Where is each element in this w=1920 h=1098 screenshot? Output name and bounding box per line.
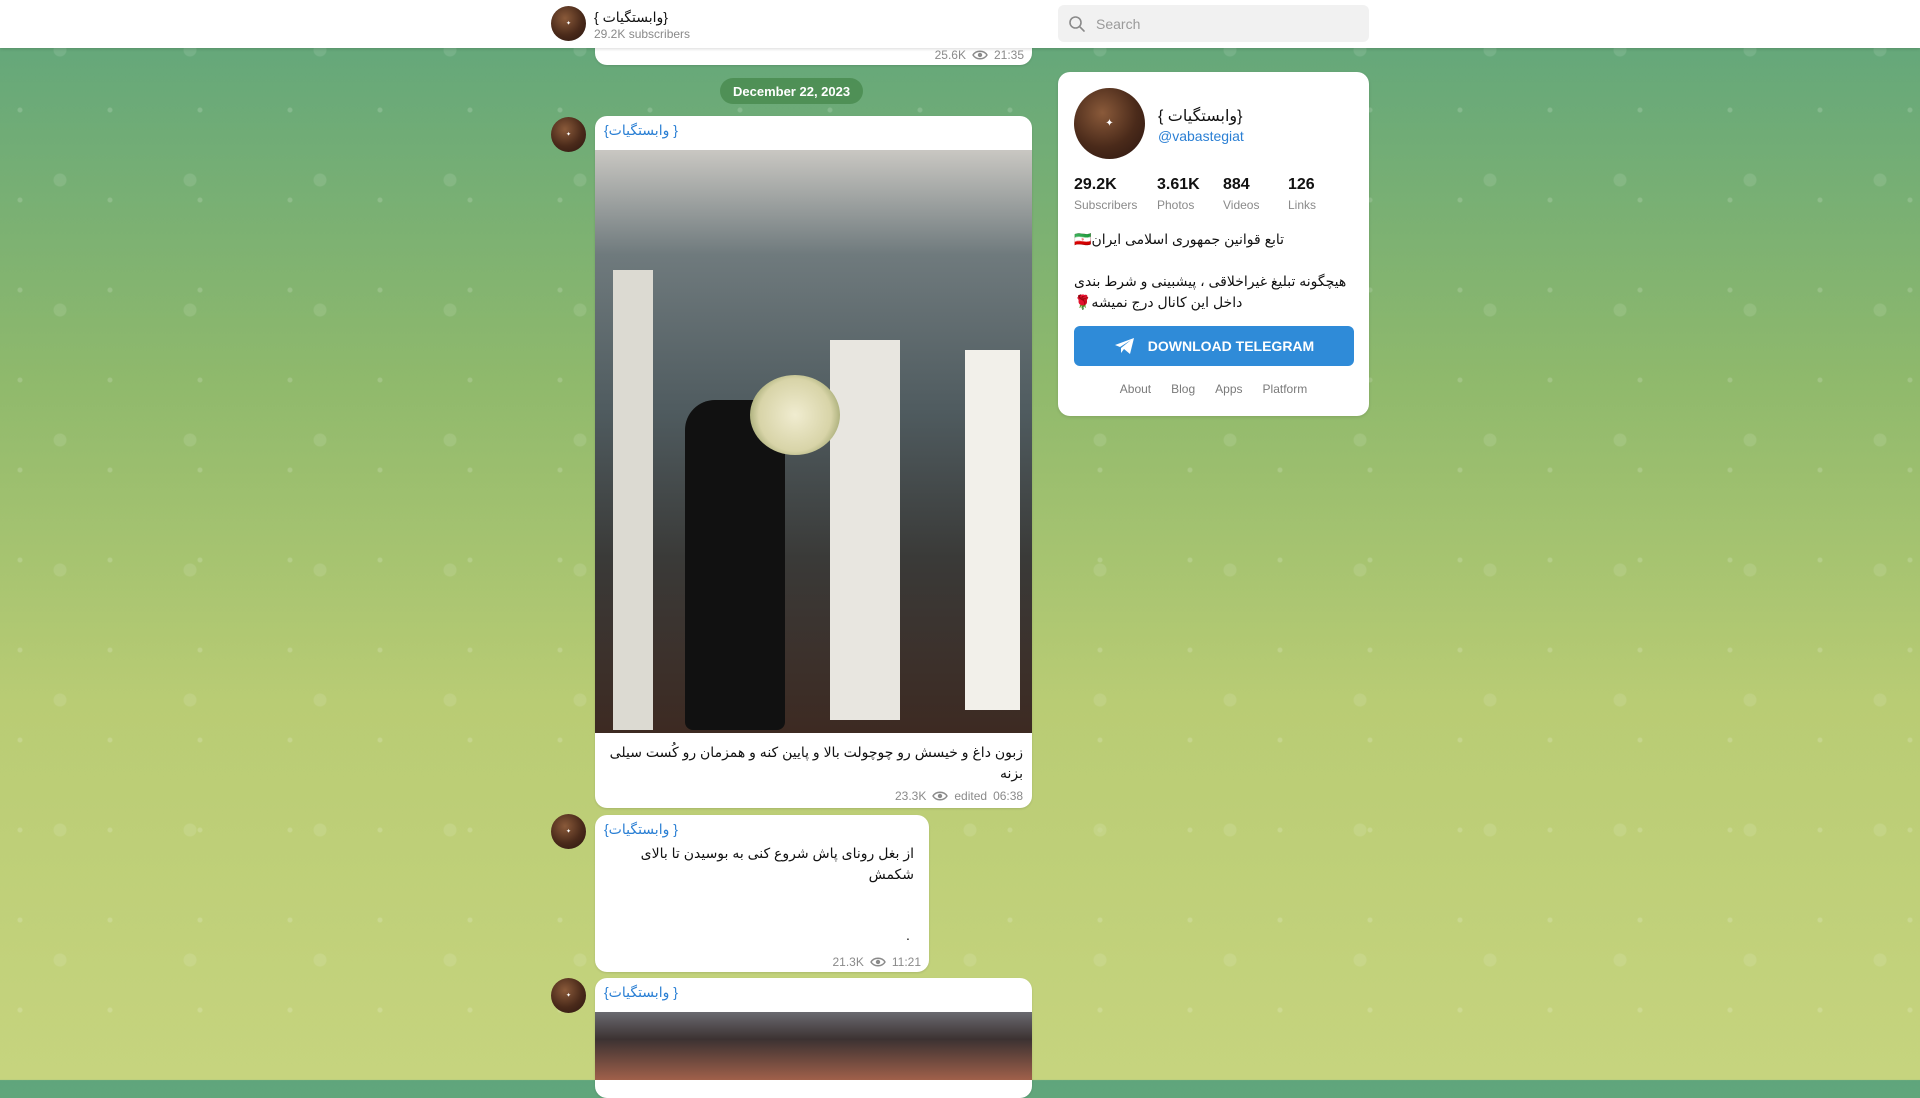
message-time: 06:38 bbox=[993, 789, 1024, 803]
avatar-logo: ✦ bbox=[565, 993, 572, 999]
stat-label: Subscribers bbox=[1074, 198, 1138, 212]
description-line: هیچگونه تبلیغ غیراخلاقی ، پیشبینی و شرط … bbox=[1074, 273, 1347, 310]
top-bar: ✦ { وابستگیات} 29.2K subscribers bbox=[0, 0, 1920, 48]
description-line: 🇮🇷تابع قوانین جمهوری اسلامی ایران bbox=[1074, 231, 1285, 247]
avatar-logo: ✦ bbox=[565, 132, 572, 138]
eye-icon bbox=[870, 957, 886, 967]
view-count: 23.3K bbox=[895, 789, 927, 803]
message-author[interactable]: { وابستگیات} bbox=[604, 122, 678, 139]
message-text-trailing: . bbox=[906, 927, 910, 943]
stat-subscribers: 29.2K Subscribers bbox=[1074, 176, 1157, 212]
channel-avatar[interactable]: ✦ bbox=[551, 978, 586, 1013]
footer-links: About Blog Apps Platform bbox=[1058, 382, 1369, 396]
avatar-logo: ✦ bbox=[1105, 118, 1114, 129]
post-photo[interactable] bbox=[595, 1012, 1032, 1080]
message-meta: 23.3K edited 06:38 bbox=[895, 789, 1023, 803]
channel-avatar[interactable]: ✦ bbox=[551, 814, 586, 849]
channel-avatar[interactable]: ✦ bbox=[551, 117, 586, 152]
photo-door-center bbox=[830, 340, 900, 720]
channel-info-card: ✦ { وابستگیات} @vabastegiat 29.2K Subscr… bbox=[1058, 72, 1369, 416]
message-meta: 25.6K 21:35 bbox=[935, 48, 1024, 62]
telegram-plane-icon bbox=[1114, 338, 1134, 354]
message-time: 21:35 bbox=[993, 48, 1024, 62]
footer-link-about[interactable]: About bbox=[1120, 382, 1151, 396]
message-time: 11:21 bbox=[891, 955, 921, 969]
message-author[interactable]: { وابستگیات} bbox=[604, 984, 678, 1001]
channel-stats: 29.2K Subscribers 3.61K Photos 884 Video… bbox=[1074, 176, 1348, 212]
message-text: زبون داغ و خیسش رو چوچولت بالا و پایین ک… bbox=[609, 744, 1023, 781]
stat-value: 29.2K bbox=[1074, 176, 1117, 193]
photo-door-right bbox=[965, 350, 1020, 710]
channel-username[interactable]: @vabastegiat bbox=[1158, 128, 1244, 144]
date-separator: December 22, 2023 bbox=[720, 78, 864, 104]
footer-link-blog[interactable]: Blog bbox=[1171, 382, 1195, 396]
stat-label: Links bbox=[1288, 198, 1317, 212]
search-input[interactable] bbox=[1094, 14, 1358, 33]
footer-link-platform[interactable]: Platform bbox=[1263, 382, 1308, 396]
download-telegram-label: DOWNLOAD TELEGRAM bbox=[1147, 338, 1315, 354]
photo-door-left bbox=[613, 270, 653, 730]
photo-flowers bbox=[750, 375, 840, 455]
header-channel-avatar[interactable]: ✦ bbox=[551, 6, 586, 41]
stat-videos[interactable]: 884 Videos bbox=[1223, 176, 1288, 212]
header-channel-title[interactable]: { وابستگیات} bbox=[594, 9, 668, 26]
message-author[interactable]: { وابستگیات} bbox=[604, 821, 678, 838]
search-icon bbox=[1069, 15, 1085, 32]
search-box[interactable] bbox=[1058, 5, 1369, 42]
eye-icon bbox=[932, 791, 949, 801]
stat-value: 3.61K bbox=[1157, 176, 1200, 193]
avatar-logo: ✦ bbox=[565, 21, 572, 27]
message-text: از بغل رونای پاش شروع کنی به بوسیدن تا ب… bbox=[640, 845, 914, 882]
channel-name: { وابستگیات} bbox=[1158, 108, 1243, 125]
stat-label: Photos bbox=[1157, 198, 1195, 212]
stat-label: Videos bbox=[1223, 198, 1260, 212]
channel-description: 🇮🇷تابع قوانین جمهوری اسلامی ایران هیچگون… bbox=[1074, 229, 1354, 313]
stat-photos[interactable]: 3.61K Photos bbox=[1157, 176, 1223, 212]
footer-link-apps[interactable]: Apps bbox=[1215, 382, 1242, 396]
stat-links[interactable]: 126 Links bbox=[1288, 176, 1348, 212]
message-bubble[interactable]: { وابستگیات} از بغل رونای پاش شروع کنی ب… bbox=[595, 815, 929, 972]
stat-value: 884 bbox=[1223, 176, 1250, 193]
view-count: 21.3K bbox=[832, 955, 864, 969]
header-subscriber-count: 29.2K subscribers bbox=[594, 27, 691, 41]
view-count: 25.6K bbox=[934, 48, 966, 62]
channel-avatar-large[interactable]: ✦ bbox=[1074, 88, 1145, 159]
post-photo[interactable] bbox=[595, 150, 1032, 733]
description-gap bbox=[1074, 250, 1354, 271]
avatar-logo: ✦ bbox=[565, 829, 572, 835]
stat-value: 126 bbox=[1288, 176, 1315, 193]
photo-person bbox=[685, 400, 785, 730]
edited-label: edited bbox=[954, 789, 988, 803]
eye-icon bbox=[972, 50, 988, 60]
message-feed[interactable]: 25.6K 21:35 December 22, 2023 ✦ { وابستگ… bbox=[0, 0, 1920, 1098]
message-meta: 21.3K 11:21 bbox=[833, 955, 922, 969]
download-telegram-button[interactable]: DOWNLOAD TELEGRAM bbox=[1074, 326, 1354, 366]
